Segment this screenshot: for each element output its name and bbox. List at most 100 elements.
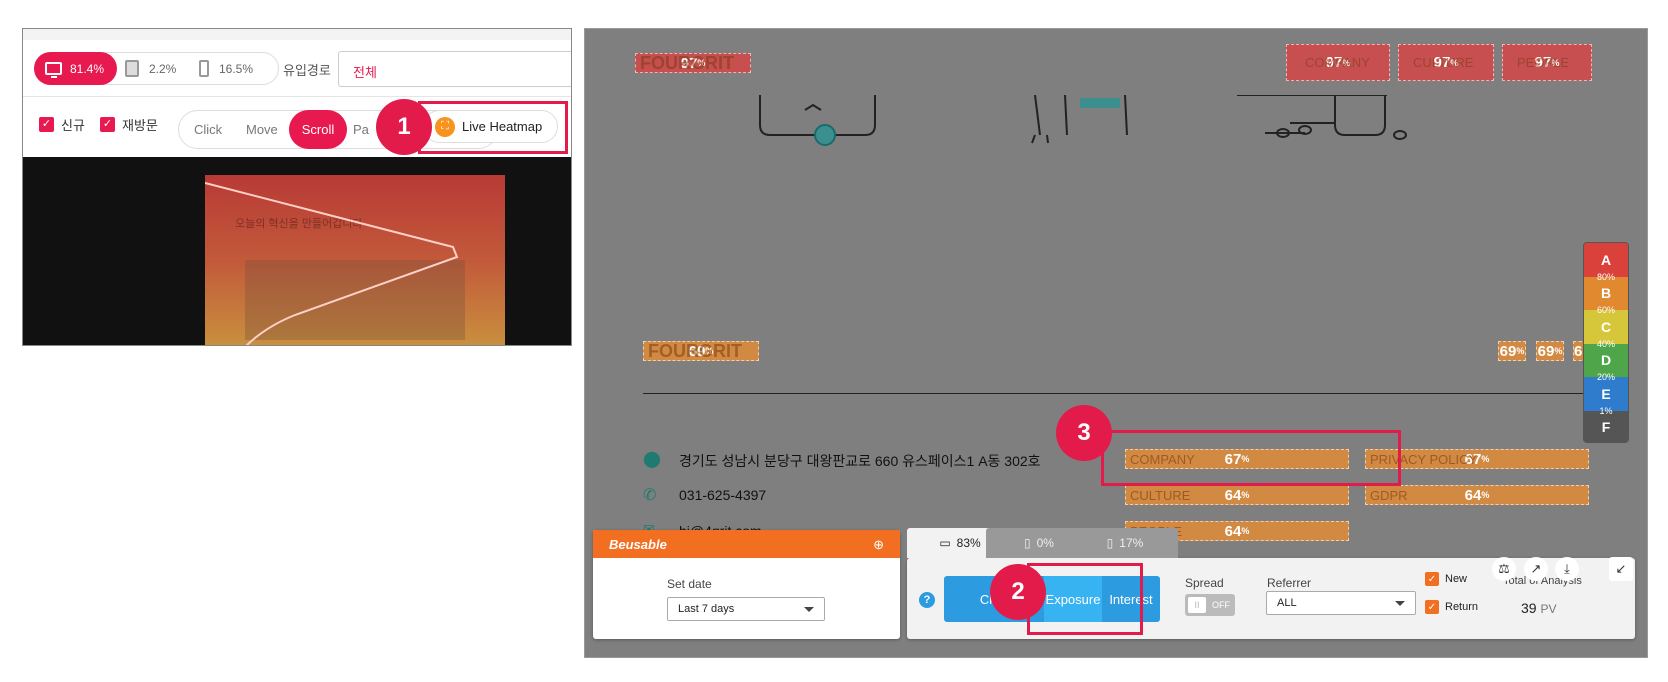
hm-value: 64 bbox=[1224, 486, 1242, 504]
address-text: 경기도 성남시 분당구 대왕판교로 660 유스페이스1 A동 302호 bbox=[679, 453, 1041, 469]
toggle-knob: II bbox=[1188, 597, 1206, 613]
hm-unit: % bbox=[1516, 346, 1525, 356]
compare-icon[interactable]: ⚖ bbox=[1492, 557, 1516, 581]
tablet-icon: ▯ bbox=[1024, 536, 1031, 550]
beusable-panel: Beusable ⊕ Set date Last 7 days bbox=[593, 530, 900, 639]
total-unit: PV bbox=[1540, 602, 1557, 616]
monitor-icon bbox=[45, 62, 62, 78]
legend-threshold: 60% bbox=[1596, 305, 1615, 315]
ghost-label: CULTURE bbox=[1130, 487, 1191, 503]
legend-threshold: 40% bbox=[1596, 338, 1615, 349]
mode-move[interactable]: Move bbox=[246, 122, 278, 137]
phone-icon bbox=[199, 60, 209, 77]
collapse-icon[interactable]: ↙ bbox=[1609, 557, 1633, 581]
device-desktop-value: 81.4% bbox=[70, 61, 105, 76]
spread-state: OFF bbox=[1212, 600, 1230, 610]
traffic-label: 유입경로 bbox=[283, 63, 331, 78]
beusable-header: Beusable ⊕ bbox=[593, 530, 900, 558]
device-tablet-value: 2.2% bbox=[149, 61, 177, 76]
return-label: Return bbox=[1445, 601, 1479, 613]
date-select[interactable]: Last 7 days bbox=[667, 597, 825, 621]
spread-label: Spread bbox=[1185, 576, 1224, 590]
ghost-label: FOURGRIT bbox=[648, 340, 742, 361]
checkbox-icon: ✓ bbox=[1425, 572, 1439, 586]
divider bbox=[23, 96, 571, 97]
fold-line bbox=[205, 345, 505, 346]
ghost-label: COMPANY bbox=[1305, 55, 1370, 70]
legend-grade: A 80% bbox=[1584, 243, 1628, 282]
set-date-label: Set date bbox=[667, 577, 712, 591]
mode-click[interactable]: Click bbox=[194, 122, 222, 137]
traffic-select[interactable]: 전체 bbox=[338, 51, 571, 87]
open-external-icon[interactable]: ↗ bbox=[1524, 557, 1548, 581]
legend-grade: D 20% bbox=[1584, 343, 1628, 382]
hm-logo-mid: FOURGRIT 69% bbox=[643, 341, 759, 361]
device-mobile[interactable]: 16.5% bbox=[199, 60, 253, 77]
footer-divider bbox=[643, 393, 1593, 394]
beusable-logo: Beusable bbox=[609, 537, 667, 552]
hm-logo-top: FOURGRIT 97% bbox=[635, 53, 751, 73]
download-icon[interactable]: ⤓ bbox=[1555, 557, 1579, 581]
legend-grade: C 40% bbox=[1584, 310, 1628, 349]
hm-footer-gdpr: GDPR 64% bbox=[1365, 485, 1589, 505]
legend-grade: B 60% bbox=[1584, 276, 1628, 315]
highlight-box-1 bbox=[418, 101, 568, 154]
hm-nav-mid-1: 69% bbox=[1498, 341, 1526, 361]
monitor-icon: ▭ bbox=[939, 536, 951, 550]
marker-3: 3 bbox=[1056, 405, 1112, 461]
scroll-curve bbox=[205, 182, 459, 345]
total-value-group: 39 PV bbox=[1521, 600, 1556, 616]
marker-2: 2 bbox=[990, 564, 1046, 620]
device-desktop-pill[interactable]: 81.4% bbox=[34, 52, 117, 85]
legend-grade-letter: B bbox=[1600, 285, 1612, 302]
ghost-label: FOURGRIT bbox=[640, 52, 734, 73]
tablet-icon bbox=[125, 60, 139, 77]
referrer-select[interactable]: ALL bbox=[1266, 591, 1416, 615]
tab-mobile[interactable]: ▯ 17% bbox=[1072, 528, 1178, 558]
legend-grade: E 1% bbox=[1584, 377, 1628, 416]
device-tablet[interactable]: 2.2% bbox=[125, 60, 176, 77]
mode-path[interactable]: Pa bbox=[353, 122, 369, 137]
ghost-label: GDPR bbox=[1370, 487, 1408, 503]
marker-1: 1 bbox=[376, 99, 432, 155]
help-icon[interactable]: ? bbox=[919, 592, 935, 608]
date-value: Last 7 days bbox=[678, 603, 735, 615]
scroll-heatmap-preview: 오늘의 혁신을 만들어갑니다 bbox=[205, 175, 505, 346]
legend-grade-letter: F bbox=[1601, 419, 1611, 436]
phone-icon: ▯ bbox=[1106, 536, 1114, 550]
legend-threshold: 1% bbox=[1599, 405, 1613, 416]
total-value: 39 bbox=[1521, 600, 1537, 616]
highlight-box-3 bbox=[1101, 430, 1401, 486]
mode-scroll-label: Scroll bbox=[301, 122, 335, 137]
hm-unit: % bbox=[1241, 526, 1250, 536]
legend-threshold: 20% bbox=[1596, 372, 1615, 382]
tab-tablet-value: 0% bbox=[1036, 536, 1054, 550]
legend-grade-letter: E bbox=[1601, 385, 1611, 402]
hm-footer-culture: CULTURE 64% bbox=[1125, 485, 1349, 505]
filter-return[interactable]: ✓ 재방문 bbox=[100, 115, 158, 134]
ghost-label: CULTURE bbox=[1413, 55, 1474, 70]
left-panel: 81.4% 2.2% 16.5% 유입경로 전체 ✓ 신규 ✓ 재방문 Clic… bbox=[22, 28, 572, 346]
filter-return-toolbar[interactable]: ✓ Return bbox=[1425, 600, 1478, 614]
mode-scroll[interactable]: Scroll bbox=[289, 110, 347, 149]
hm-unit: % bbox=[1481, 490, 1490, 500]
hm-value: 69 bbox=[1537, 342, 1555, 360]
spread-toggle[interactable]: II OFF bbox=[1185, 594, 1235, 616]
checkbox-icon: ✓ bbox=[100, 117, 115, 132]
checkbox-icon: ✓ bbox=[1425, 600, 1439, 614]
device-mobile-value: 16.5% bbox=[219, 61, 254, 76]
filter-new[interactable]: ✓ 신규 bbox=[39, 115, 85, 134]
hm-unit: % bbox=[1554, 346, 1563, 356]
globe-icon[interactable]: ⊕ bbox=[873, 537, 884, 552]
hm-nav-mid-2: 69% bbox=[1536, 341, 1564, 361]
hm-value: 64 bbox=[1224, 522, 1242, 540]
illustration-sketch bbox=[759, 95, 1407, 146]
legend-grade-letter: A bbox=[1600, 251, 1612, 268]
hm-culture-top: CULTURE 97% bbox=[1398, 44, 1494, 81]
referrer-label: Referrer bbox=[1267, 576, 1312, 590]
preview-area: 오늘의 혁신을 만들어갑니다 bbox=[23, 157, 571, 346]
hm-unit: % bbox=[1481, 454, 1490, 464]
hm-value: 6 bbox=[1574, 342, 1583, 360]
filter-new-toolbar[interactable]: ✓ New bbox=[1425, 572, 1467, 586]
hm-value: 64 bbox=[1464, 486, 1482, 504]
